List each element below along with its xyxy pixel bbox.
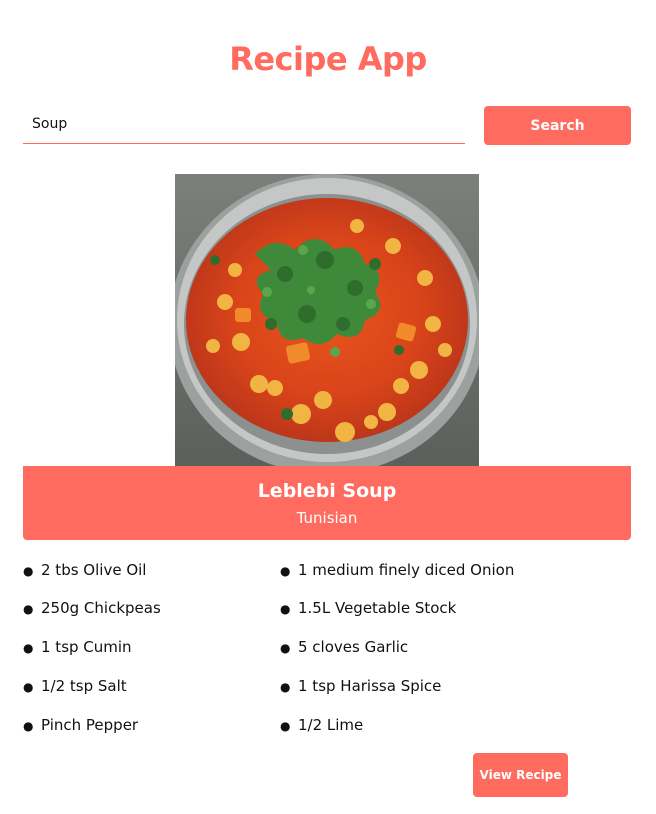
ingredient-item: ● 1 tsp Harissa Spice [280, 677, 442, 695]
ingredient-item: ● 1/2 Lime [280, 716, 364, 734]
soup-bowl-image [175, 174, 479, 466]
ingredient-item: ● 5 cloves Garlic [280, 638, 409, 656]
ingredient-item: ● 2 tbs Olive Oil [23, 561, 147, 579]
app-title: Recipe App [229, 40, 427, 78]
ingredient-item: ● 250g Chickpeas [23, 599, 161, 617]
recipe-header: Leblebi Soup Tunisian [23, 466, 631, 540]
ingredient-item: ● 1/2 tsp Salt [23, 677, 127, 695]
search-input[interactable] [23, 104, 465, 144]
search-button[interactable]: Search [484, 106, 631, 145]
ingredient-item: ● Pinch Pepper [23, 716, 139, 734]
recipe-name: Leblebi Soup [257, 480, 397, 502]
recipe-image [175, 174, 479, 466]
view-recipe-button[interactable]: View Recipe [473, 753, 568, 797]
ingredient-item: ● 1.5L Vegetable Stock [280, 599, 457, 617]
ingredient-item: ● 1 medium finely diced Onion [280, 561, 515, 579]
ingredient-item: ● 1 tsp Cumin [23, 638, 132, 656]
recipe-area: Tunisian [296, 509, 358, 527]
